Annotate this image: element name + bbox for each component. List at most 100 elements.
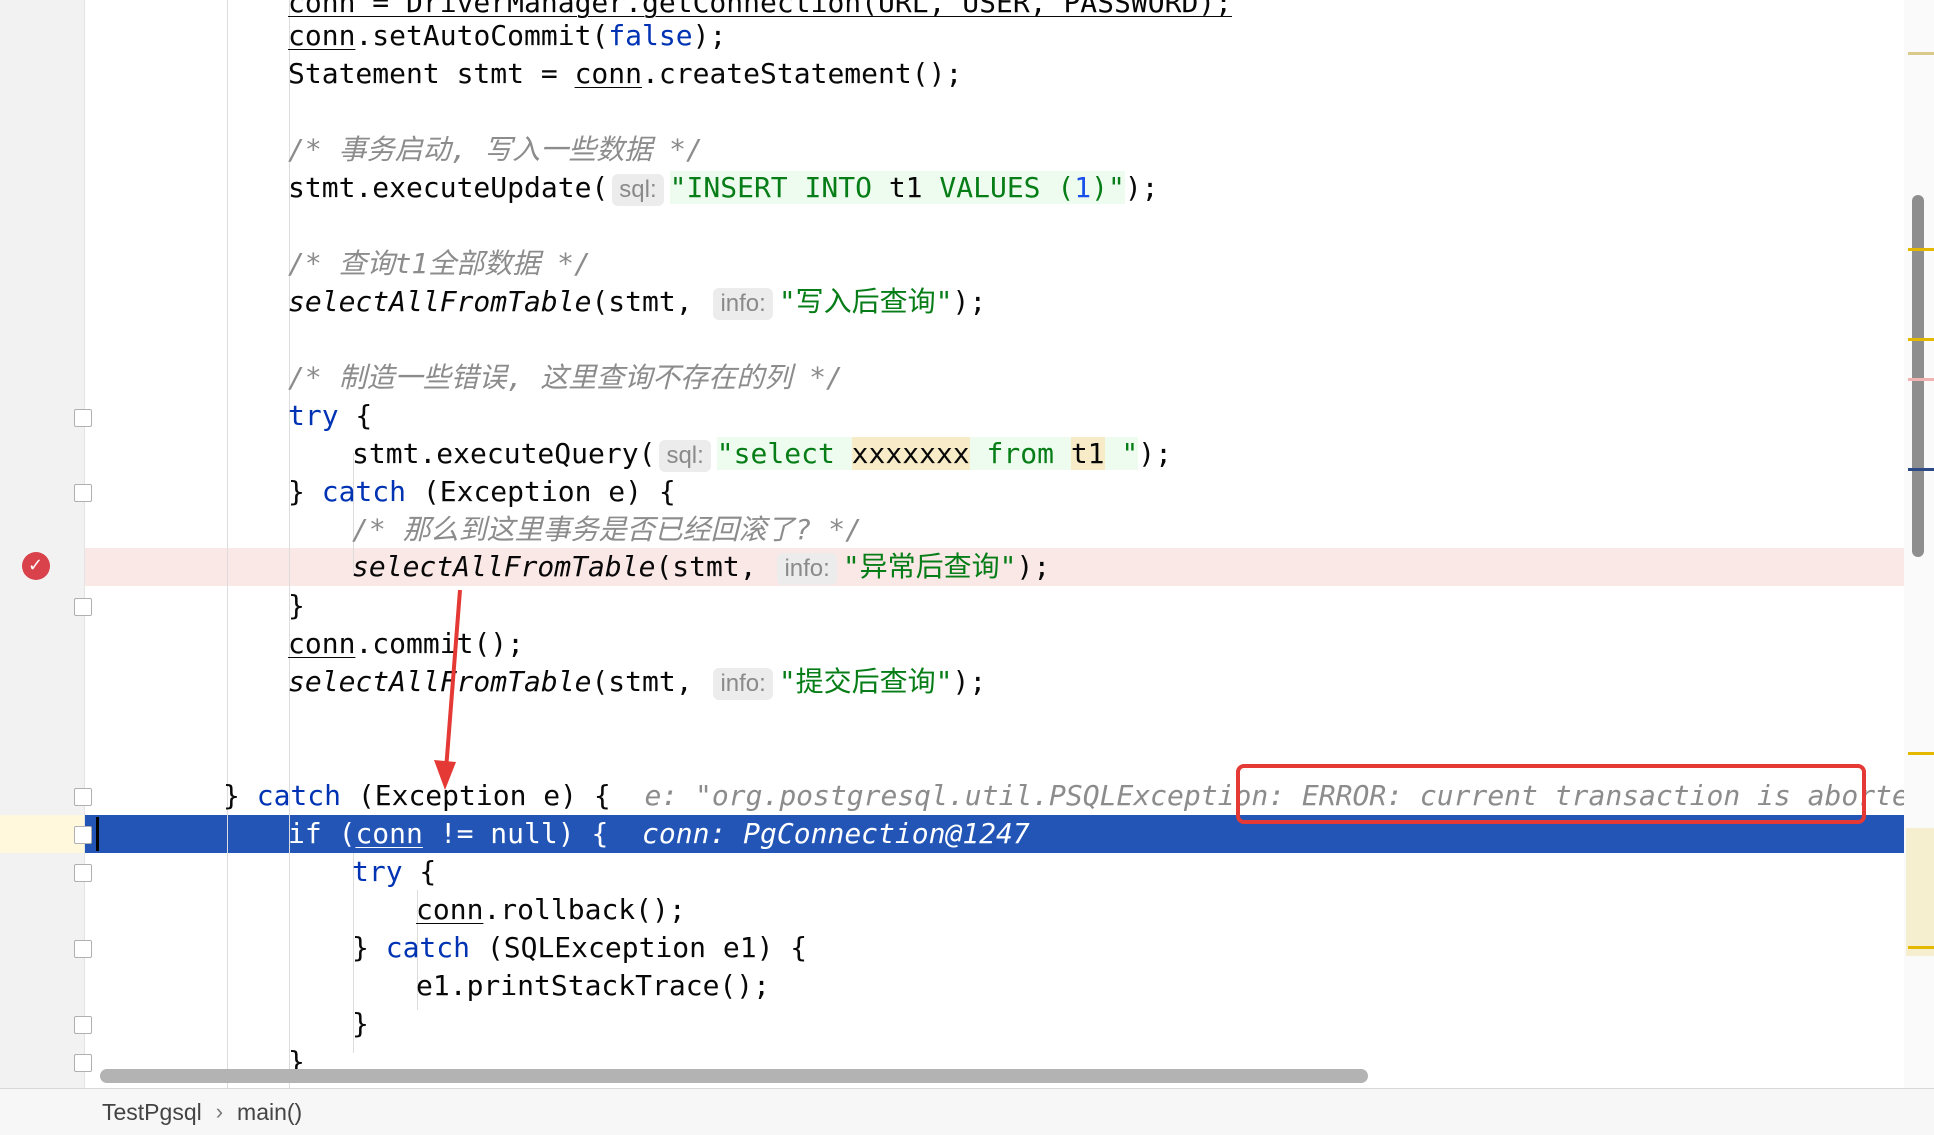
code-line[interactable]: try { bbox=[85, 397, 1905, 435]
error-stripe-marker[interactable] bbox=[1908, 52, 1934, 55]
breadcrumb-separator: › bbox=[215, 1099, 224, 1124]
keyword: try bbox=[288, 399, 339, 432]
conn-ref: conn bbox=[416, 893, 484, 926]
breadcrumb-file[interactable]: TestPgsql bbox=[102, 1099, 202, 1126]
code-line[interactable]: selectAllFromTable(stmt, info: "写入后查询"); bbox=[85, 283, 1905, 321]
code-text: .createStatement(); bbox=[642, 57, 963, 90]
keyword: try bbox=[352, 855, 403, 888]
parameter-hint: info: bbox=[713, 288, 773, 320]
code-line[interactable]: conn.commit(); bbox=[85, 625, 1905, 663]
code-text: ); bbox=[1124, 171, 1159, 204]
code-line[interactable]: /* 事务启动, 写入一些数据 */ bbox=[85, 131, 1905, 169]
comment: /* 那么到这里事务是否已经回滚了? */ bbox=[352, 513, 863, 546]
code-line[interactable]: } catch (Exception e) { bbox=[85, 473, 1905, 511]
string-literal: "INSERT INTO bbox=[669, 171, 889, 204]
parameter-hint: sql: bbox=[659, 440, 711, 472]
code-text: .setAutoCommit( bbox=[355, 19, 609, 52]
conn-ref: conn bbox=[288, 627, 356, 660]
comment: /* 查询t1全部数据 */ bbox=[288, 247, 591, 280]
code-text: ); bbox=[1138, 437, 1172, 470]
keyword: catch bbox=[385, 931, 471, 964]
code-text: ); bbox=[1016, 550, 1051, 583]
code-text: ); bbox=[692, 19, 727, 52]
keyword: false bbox=[608, 19, 693, 52]
debugger-inline-value: conn: PgConnection@1247 bbox=[642, 817, 1030, 850]
code-text: { bbox=[402, 855, 437, 888]
fold-marker-icon[interactable] bbox=[74, 864, 92, 882]
fold-marker-icon[interactable] bbox=[74, 1054, 92, 1072]
code-line[interactable]: /* 查询t1全部数据 */ bbox=[85, 245, 1905, 283]
fold-marker-icon[interactable] bbox=[74, 826, 92, 844]
error-annotation-box bbox=[1236, 764, 1866, 824]
editor-gutter[interactable] bbox=[0, 0, 85, 1088]
code-text: (Exception e) { bbox=[406, 475, 676, 508]
code-line[interactable]: stmt.executeQuery(sql: "select xxxxxxx fr… bbox=[85, 435, 1905, 473]
code-text: } bbox=[288, 475, 322, 508]
code-line[interactable]: e1.printStackTrace(); bbox=[85, 967, 1905, 1005]
code-line[interactable]: } catch (SQLException e1) { bbox=[85, 929, 1905, 967]
execution-line-gutter bbox=[0, 815, 84, 853]
horizontal-scroll-thumb[interactable] bbox=[100, 1069, 1368, 1083]
error-stripe-marker[interactable] bbox=[1908, 248, 1934, 251]
string-literal: "异常后查询" bbox=[842, 550, 1017, 583]
breadcrumb: TestPgsql › main() bbox=[0, 1088, 1934, 1135]
fold-marker-icon[interactable] bbox=[74, 788, 92, 806]
breadcrumb-method[interactable]: main() bbox=[237, 1099, 302, 1126]
code-text: != null) { bbox=[422, 817, 609, 850]
code-editor[interactable]: conn = DriverManager.getConnection(URL, … bbox=[85, 0, 1905, 1088]
sql-table: t1 bbox=[888, 171, 923, 204]
code-line[interactable]: stmt.executeUpdate(sql: "INSERT INTO t1 V… bbox=[85, 169, 1905, 207]
parameter-hint: info: bbox=[713, 668, 773, 700]
code-line[interactable]: conn.setAutoCommit(false); bbox=[85, 17, 1905, 55]
code-line[interactable]: } bbox=[85, 1005, 1905, 1043]
conn-ref: conn bbox=[355, 817, 423, 850]
parameter-hint: sql: bbox=[612, 174, 664, 206]
code-text: .rollback(); bbox=[483, 893, 686, 926]
error-stripe-marker[interactable] bbox=[1908, 378, 1934, 381]
code-text: (SQLException e1) { bbox=[470, 931, 808, 964]
code-text: } bbox=[223, 779, 257, 812]
code-line[interactable]: conn.rollback(); bbox=[85, 891, 1905, 929]
code-text: ); bbox=[952, 285, 987, 318]
code-text: } bbox=[352, 1007, 369, 1040]
method-call: selectAllFromTable bbox=[288, 665, 592, 698]
code-text: e1.printStackTrace(); bbox=[416, 969, 771, 1002]
code-text: { bbox=[338, 399, 373, 432]
fold-marker-icon[interactable] bbox=[74, 484, 92, 502]
conn-ref: conn bbox=[288, 19, 356, 52]
comment: /* 制造一些错误, 这里查询不存在的列 */ bbox=[288, 361, 843, 394]
breakpoint-check-icon: ✓ bbox=[28, 555, 44, 576]
code-line[interactable]: Statement stmt = conn.createStatement(); bbox=[85, 55, 1905, 93]
string-literal: "写入后查询" bbox=[778, 285, 953, 318]
code-line[interactable]: try { bbox=[85, 853, 1905, 891]
string-literal: "提交后查询" bbox=[778, 665, 953, 698]
conn-ref: conn bbox=[574, 57, 643, 90]
code-line[interactable]: /* 制造一些错误, 这里查询不存在的列 */ bbox=[85, 359, 1905, 397]
code-text: Statement stmt = bbox=[288, 57, 575, 90]
method-call: selectAllFromTable bbox=[288, 285, 592, 318]
code-line[interactable]: selectAllFromTable(stmt, info: "异常后查询"); bbox=[85, 548, 1905, 586]
fold-marker-icon[interactable] bbox=[74, 598, 92, 616]
code-text: } bbox=[288, 589, 305, 622]
fold-marker-icon[interactable] bbox=[74, 409, 92, 427]
code-text: } bbox=[352, 931, 386, 964]
fold-marker-icon[interactable] bbox=[74, 1016, 92, 1034]
sql-table: t1 bbox=[1070, 437, 1105, 470]
keyword: if bbox=[288, 817, 322, 850]
keyword: catch bbox=[256, 779, 342, 812]
string-literal: from bbox=[969, 437, 1071, 470]
string-literal: )" bbox=[1091, 171, 1125, 204]
error-stripe-marker[interactable] bbox=[1908, 946, 1934, 949]
code-line[interactable]: } bbox=[85, 587, 1905, 625]
fold-marker-icon[interactable] bbox=[74, 940, 92, 958]
text-caret bbox=[96, 817, 99, 851]
error-stripe-marker[interactable] bbox=[1908, 468, 1934, 471]
code-text: ); bbox=[952, 665, 987, 698]
error-stripe-marker[interactable] bbox=[1908, 752, 1934, 755]
code-line[interactable]: /* 那么到这里事务是否已经回滚了? */ bbox=[85, 511, 1905, 549]
code-line[interactable]: selectAllFromTable(stmt, info: "提交后查询"); bbox=[85, 663, 1905, 701]
error-stripe-marker[interactable] bbox=[1908, 338, 1934, 341]
keyword: catch bbox=[321, 475, 407, 508]
code-text: ( bbox=[321, 817, 356, 850]
sql-column: xxxxxxx bbox=[851, 437, 970, 470]
